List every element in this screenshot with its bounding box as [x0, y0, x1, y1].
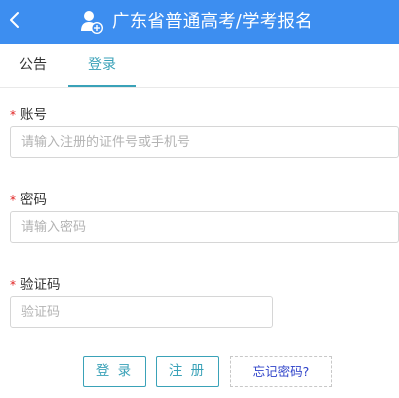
required-mark: *	[10, 278, 16, 292]
tab-login[interactable]: 登录	[68, 44, 136, 87]
account-input[interactable]	[10, 126, 399, 158]
account-label: * 账号	[10, 103, 47, 123]
required-mark: *	[10, 193, 16, 207]
chevron-left-icon	[10, 12, 19, 28]
page-title: 广东省普通高考/学考报名	[112, 12, 313, 32]
user-add-icon	[81, 11, 103, 34]
password-label-text: 密码	[20, 192, 47, 208]
app-header: 广东省普通高考/学考报名	[0, 0, 399, 44]
required-mark: *	[10, 108, 16, 122]
captcha-label: * 验证码	[10, 273, 61, 293]
password-label: * 密码	[10, 188, 47, 208]
back-button[interactable]	[4, 4, 26, 36]
tab-bar: 公告 登录	[0, 44, 399, 88]
account-label-text: 账号	[20, 107, 47, 123]
login-button[interactable]: 登 录	[83, 356, 146, 387]
register-button[interactable]: 注 册	[156, 356, 219, 387]
captcha-input[interactable]	[10, 296, 273, 328]
password-input[interactable]	[10, 211, 399, 243]
tab-notice[interactable]: 公告	[0, 44, 66, 87]
forgot-password-link[interactable]: 忘记密码?	[230, 356, 332, 387]
captcha-label-text: 验证码	[20, 277, 61, 293]
